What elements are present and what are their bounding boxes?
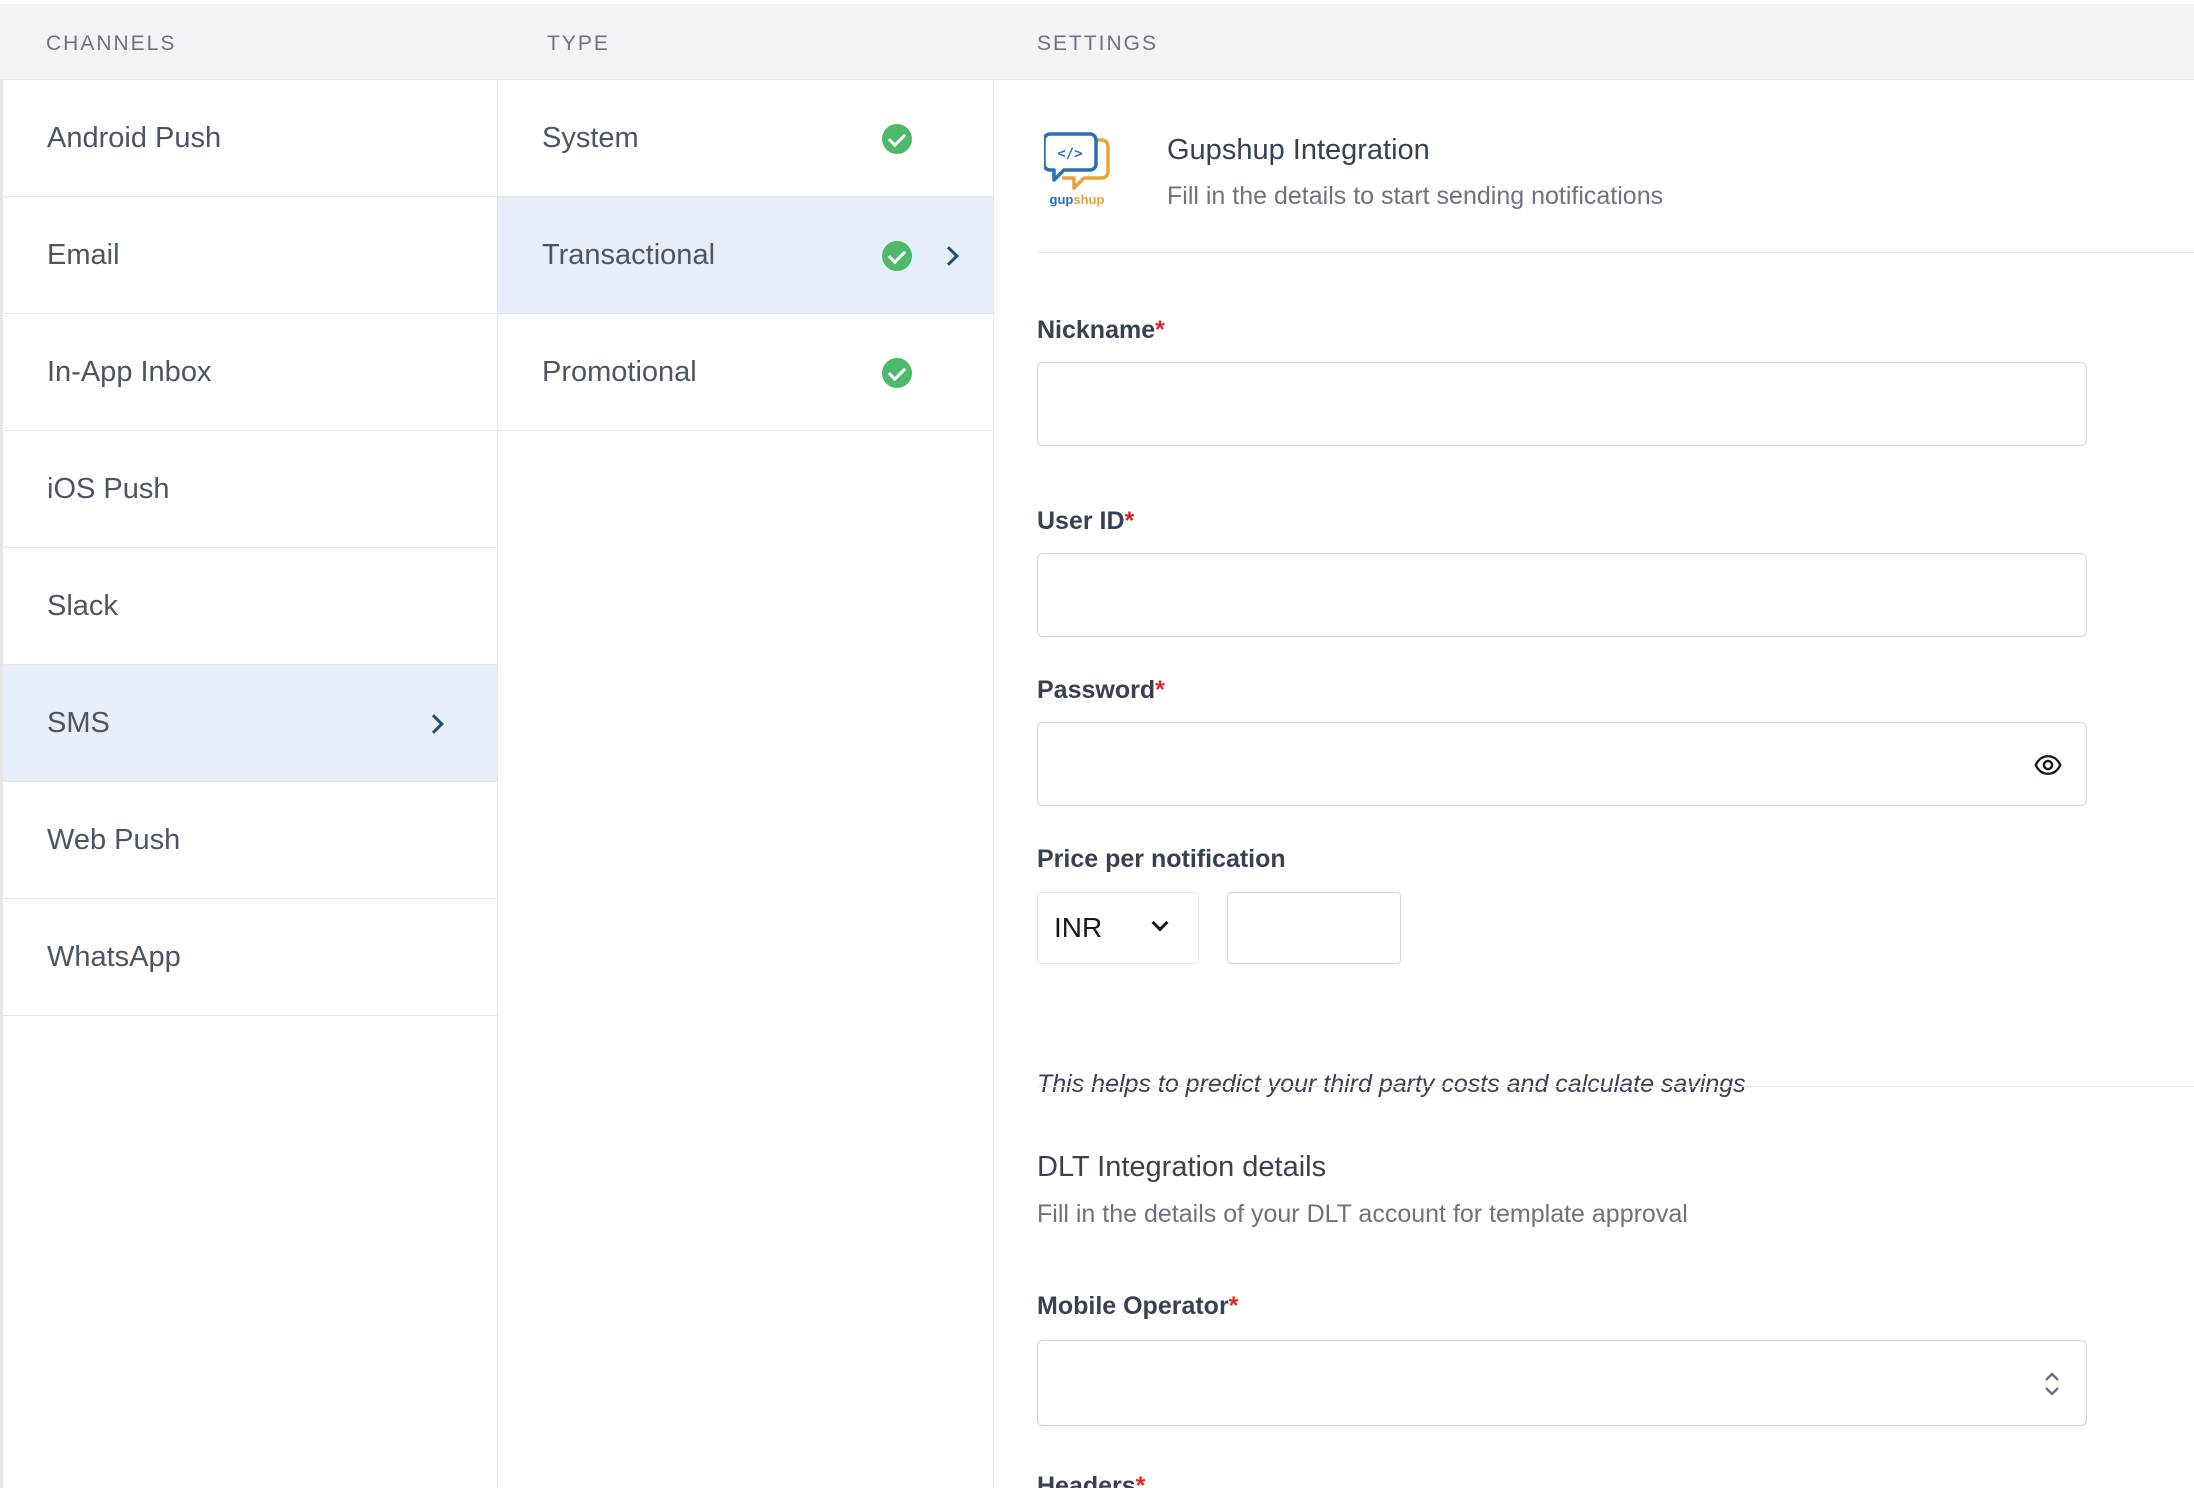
nickname-field[interactable] <box>1037 362 2087 446</box>
channel-item-android-push[interactable]: Android Push <box>3 80 497 197</box>
type-item-label: Transactional <box>542 238 716 271</box>
nickname-label: Nickname* <box>1037 316 1165 344</box>
channels-column-header: CHANNELS <box>46 32 177 55</box>
channel-item-whatsapp[interactable]: WhatsApp <box>3 899 497 1016</box>
gupshup-logo: </> gupshup <box>1044 132 1110 207</box>
integration-title: Gupshup Integration <box>1167 134 1430 166</box>
price-per-notification-label: Price per notification <box>1037 845 1286 873</box>
channel-item-label: In-App Inbox <box>47 355 212 388</box>
price-hint: This helps to predict your third party c… <box>1037 1070 1746 1098</box>
chevron-right-icon <box>424 714 444 734</box>
channel-item-label: WhatsApp <box>47 940 181 973</box>
channel-item-label: Slack <box>47 589 118 622</box>
channel-item-label: Web Push <box>47 823 181 856</box>
password-field[interactable] <box>1037 722 2087 806</box>
currency-select[interactable]: INR <box>1037 892 1199 964</box>
channel-item-label: iOS Push <box>47 472 170 505</box>
currency-value: INR <box>1054 912 1103 943</box>
chevron-up-down-icon <box>2045 1372 2059 1396</box>
section-divider <box>1037 1086 2194 1087</box>
settings-column-header: SETTINGS <box>1037 32 1159 55</box>
check-circle-icon <box>882 358 912 388</box>
type-item-transactional[interactable]: Transactional <box>498 197 993 314</box>
check-circle-icon <box>882 124 912 154</box>
password-label: Password* <box>1037 676 1165 704</box>
type-list: System Transactional Promotional <box>498 80 994 1488</box>
header-divider <box>1037 252 2194 253</box>
type-item-system[interactable]: System <box>498 80 993 197</box>
channel-item-label: SMS <box>47 706 110 739</box>
price-input[interactable] <box>1227 892 1401 964</box>
channel-item-email[interactable]: Email <box>3 197 497 314</box>
check-circle-icon <box>882 241 912 271</box>
chevron-down-icon <box>1151 914 1169 932</box>
integration-subtitle: Fill in the details to start sending not… <box>1167 182 1664 210</box>
column-header-row: CHANNELS TYPE SETTINGS <box>0 4 2194 80</box>
mobile-operator-select[interactable] <box>1037 1340 2087 1426</box>
channel-settings-page: CHANNELS TYPE SETTINGS Android Push Emai… <box>0 0 2194 1488</box>
mobile-operator-label: Mobile Operator* <box>1037 1292 1239 1320</box>
settings-panel: </> gupshup Gupshup Integration Fill in … <box>994 80 2194 1488</box>
eye-icon[interactable] <box>2034 751 2062 779</box>
svg-text:</>: </> <box>1057 146 1082 162</box>
channel-item-ios-push[interactable]: iOS Push <box>3 431 497 548</box>
channel-item-label: Android Push <box>47 121 222 154</box>
dlt-section-subtitle: Fill in the details of your DLT account … <box>1037 1200 1688 1228</box>
channels-list: Android Push Email In-App Inbox iOS Push… <box>0 80 498 1488</box>
channel-item-slack[interactable]: Slack <box>3 548 497 665</box>
channel-item-in-app-inbox[interactable]: In-App Inbox <box>3 314 497 431</box>
chevron-right-icon <box>939 246 959 266</box>
type-column-header: TYPE <box>547 32 610 55</box>
user-id-label: User ID* <box>1037 507 1135 535</box>
headers-label: Headers* <box>1037 1472 1146 1488</box>
type-item-label: System <box>542 121 639 154</box>
type-item-promotional[interactable]: Promotional <box>498 314 993 431</box>
dlt-section-title: DLT Integration details <box>1037 1151 1327 1183</box>
channel-item-label: Email <box>47 238 120 271</box>
type-item-label: Promotional <box>542 355 697 388</box>
channel-item-web-push[interactable]: Web Push <box>3 782 497 899</box>
svg-text:gupshup: gupshup <box>1050 192 1105 207</box>
user-id-field[interactable] <box>1037 553 2087 637</box>
channel-item-sms[interactable]: SMS <box>3 665 497 782</box>
